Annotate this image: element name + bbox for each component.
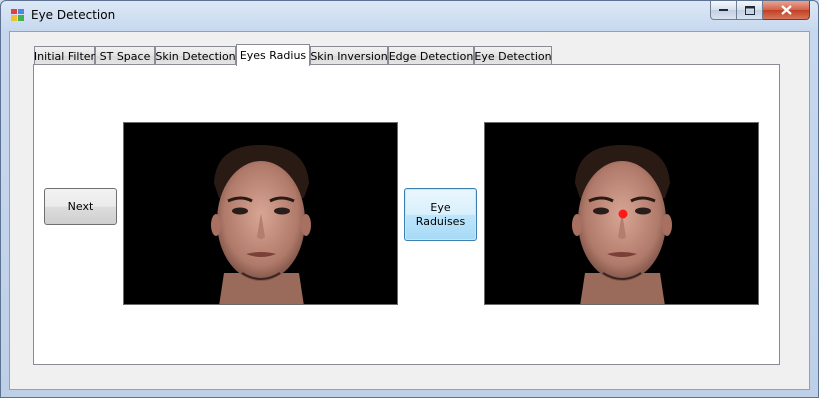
eyes-radius-tab-page: Next Eye Raduises [33, 64, 780, 365]
tab-initial-filter[interactable]: Initial Filter [34, 46, 95, 65]
tab-skin-inversion[interactable]: Skin Inversion [310, 46, 388, 65]
tab-edge-detection[interactable]: Edge Detection [388, 46, 474, 65]
tab-st-space[interactable]: ST Space [95, 46, 155, 65]
maximize-button[interactable] [737, 1, 763, 20]
eye-radiuses-button[interactable]: Eye Raduises [404, 188, 477, 241]
minimize-icon [719, 9, 728, 11]
tab-eye-detection[interactable]: Eye Detection [474, 46, 552, 65]
next-button[interactable]: Next [44, 188, 117, 225]
app-window: Eye Detection Initial Filter ST Space Sk… [0, 0, 819, 398]
face-photo [124, 123, 397, 304]
close-button[interactable] [763, 1, 810, 20]
eye-center-marker [618, 209, 628, 219]
minimize-button[interactable] [710, 1, 737, 20]
result-face-picture [484, 122, 759, 305]
app-icon [11, 9, 24, 21]
client-area: Initial Filter ST Space Skin Detection E… [9, 31, 810, 390]
title-bar[interactable]: Eye Detection [1, 1, 818, 31]
tab-skin-detection[interactable]: Skin Detection [155, 46, 236, 65]
window-title: Eye Detection [31, 8, 116, 22]
maximize-icon [744, 5, 755, 15]
tab-eyes-radius[interactable]: Eyes Radius [236, 44, 310, 66]
source-face-picture [123, 122, 398, 305]
face-photo-marked [485, 123, 758, 304]
close-icon [780, 5, 792, 15]
